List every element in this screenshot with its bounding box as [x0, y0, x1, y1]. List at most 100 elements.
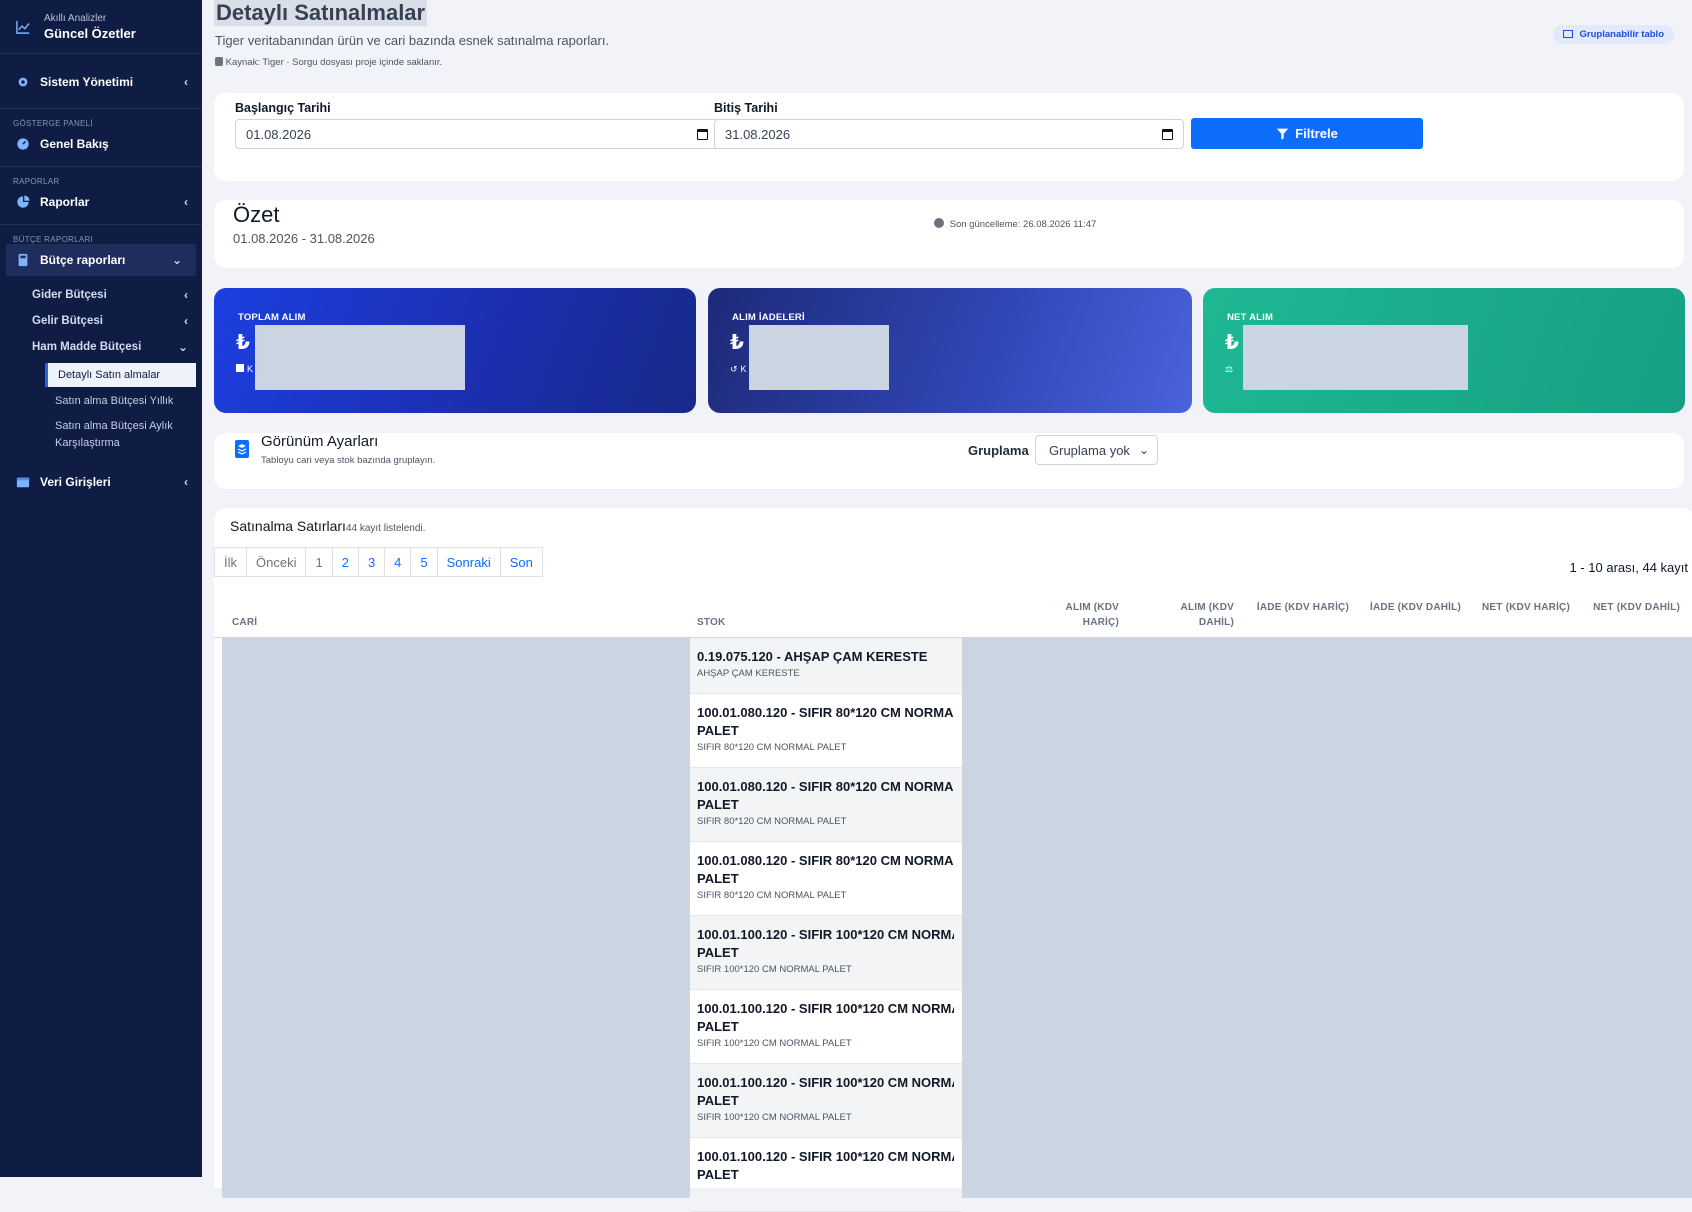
scale-icon: ⚖ — [1225, 364, 1234, 374]
view-settings-subtitle: Tabloyu cari veya stok bazında gruplayın… — [261, 455, 436, 466]
table-row[interactable]: 100.01.100.120 - SIFIR 100*120 CM NORMAL… — [690, 1138, 962, 1212]
chevron-down-icon: ⌄ — [177, 340, 188, 354]
sidebar-item-detayli[interactable]: Detaylı Satın almalar — [45, 363, 196, 387]
stock-column: 0.19.075.120 - AHŞAP ÇAM KERESTE AHŞAP Ç… — [690, 638, 962, 1212]
chevron-left-icon: ‹ — [184, 75, 188, 89]
stock-code-cont: PALET — [697, 1093, 739, 1108]
page-3[interactable]: 3 — [357, 547, 386, 577]
kpi-title: NET ALIM — [1227, 312, 1274, 323]
sidebar-item-veri[interactable]: Veri Girişleri ‹ — [0, 466, 202, 498]
page-prev[interactable]: Önceki — [246, 547, 307, 577]
page-4[interactable]: 4 — [384, 547, 412, 577]
grouping-select-value: Gruplama yok — [1049, 442, 1130, 458]
table-row[interactable]: 100.01.100.120 - SIFIR 100*120 CM NORMAL… — [690, 1064, 962, 1138]
calendar-icon — [1162, 128, 1173, 140]
kpi-note: ⚖ — [1225, 364, 1236, 375]
chevron-left-icon: ‹ — [184, 475, 188, 489]
redacted-value — [255, 325, 465, 390]
view-settings-card: Görünüm Ayarları Tabloyu cari veya stok … — [214, 433, 1684, 489]
sidebar-item-gelir[interactable]: Gelir Bütçesi ‹ — [0, 308, 202, 334]
sidebar-item-butce[interactable]: Bütçe raporları ⌄ — [6, 244, 196, 276]
kpi-note-text: K — [740, 364, 747, 374]
brand[interactable]: Akıllı Analizler Güncel Özetler — [0, 0, 202, 54]
header-stok[interactable]: STOK — [697, 615, 725, 630]
chevron-left-icon: ‹ — [184, 288, 188, 302]
sidebar-item-label: Veri Girişleri — [40, 475, 111, 489]
stock-code: 100.01.100.120 - SIFIR 100*120 CM NORMAL — [697, 1149, 954, 1164]
kpi-value: ₺ — [730, 332, 744, 354]
header-alim-dahil[interactable]: ALIM (KDV DAHİL) — [1144, 600, 1234, 630]
page-2[interactable]: 2 — [331, 547, 359, 577]
kpi-net-purchase: NET ALIM ₺ ⚖ — [1203, 288, 1685, 413]
stock-code: 100.01.100.120 - SIFIR 100*120 CM NORMAL — [697, 927, 954, 942]
header-net-haric[interactable]: NET (KDV HARİÇ) — [1479, 600, 1570, 615]
chart-line-icon — [16, 20, 30, 34]
redacted-cari-column — [222, 638, 690, 1198]
stock-code: 100.01.080.120 - SIFIR 80*120 CM NORMAL — [697, 705, 954, 720]
page-next[interactable]: Sonraki — [436, 547, 501, 577]
kpi-note: ↺ K — [730, 364, 747, 375]
page-5[interactable]: 5 — [410, 547, 438, 577]
stock-name: AHŞAP ÇAM KERESTE — [697, 668, 800, 679]
table-badge: Gruplanabilir tablo — [1552, 25, 1674, 44]
sidebar-item-raporlar[interactable]: Raporlar ‹ — [0, 186, 202, 218]
sidebar-item-label: Gider Bütçesi — [32, 289, 107, 301]
stock-code: 100.01.080.120 - SIFIR 80*120 CM NORMAL — [697, 779, 954, 794]
page-1[interactable]: 1 — [305, 547, 333, 577]
filter-button[interactable]: Filtrele — [1191, 118, 1423, 149]
sidebar-item-hammadde[interactable]: Ham Madde Bütçesi ⌄ — [0, 334, 202, 360]
header-iade-haric[interactable]: İADE (KDV HARİÇ) — [1256, 600, 1349, 615]
table-row[interactable]: 100.01.100.120 - SIFIR 100*120 CM NORMAL… — [690, 916, 962, 990]
chevron-down-icon: ⌄ — [171, 253, 182, 267]
stock-name: SIFIR 100*120 CM NORMAL PALET — [697, 1038, 852, 1049]
table-row[interactable]: 100.01.100.120 - SIFIR 100*120 CM NORMAL… — [690, 990, 962, 1064]
sidebar-item-label: Satın alma Bütçesi Yıllık — [55, 395, 174, 407]
box-icon — [236, 364, 244, 372]
start-date-input[interactable]: 01.08.2026 — [235, 119, 719, 149]
header-alim-haric[interactable]: ALIM (KDV HARİÇ) — [1029, 600, 1119, 630]
stock-code: 100.01.080.120 - SIFIR 80*120 CM NORMAL — [697, 853, 954, 868]
kpi-title: ALIM İADELERİ — [732, 312, 805, 323]
sidebar-item-label: Genel Bakış — [40, 137, 109, 151]
stock-name: SIFIR 100*120 CM NORMAL PALET — [697, 1112, 852, 1123]
table-row[interactable]: 100.01.080.120 - SIFIR 80*120 CM NORMAL … — [690, 842, 962, 916]
source-text: Kaynak: Tiger · Sorgu dosyası proje için… — [225, 57, 443, 68]
layers-icon — [235, 440, 249, 458]
summary-range: 01.08.2026 - 31.08.2026 — [233, 231, 375, 246]
chevron-down-icon: ⌄ — [1138, 443, 1149, 457]
grouping-label: Gruplama — [968, 443, 1029, 458]
header-cari[interactable]: CARİ — [232, 615, 257, 630]
page-description: Tiger veritabanından ürün ve cari bazınd… — [215, 33, 610, 48]
pie-chart-icon — [17, 195, 30, 208]
chevron-left-icon: ‹ — [184, 314, 188, 328]
badge-text: Gruplanabilir tablo — [1579, 29, 1664, 40]
header-net-dahil[interactable]: NET (KDV DAHİL) — [1589, 600, 1680, 615]
stock-name: SIFIR 100*120 CM NORMAL PALET — [697, 964, 852, 975]
last-updated-text: Son güncelleme: 26.08.2026 11:47 — [949, 219, 1097, 230]
gauge-icon — [17, 138, 29, 150]
grouping-select[interactable]: Gruplama yok ⌄ — [1035, 435, 1158, 465]
sidebar-item-aylik[interactable]: Satın alma Bütçesi Aylık Karşılaştırma — [0, 418, 202, 458]
page-first[interactable]: İlk — [214, 547, 247, 577]
filter-card: Başlangıç Tarihi 01.08.2026 Bitiş Tarihi… — [214, 93, 1684, 181]
range-text: 1 - 10 arası, 44 kayıt — [1569, 560, 1688, 575]
database-icon — [215, 57, 223, 66]
sidebar-item-gider[interactable]: Gider Bütçesi ‹ — [0, 282, 202, 308]
table-row[interactable]: 100.01.080.120 - SIFIR 80*120 CM NORMAL … — [690, 694, 962, 768]
kpi-note-text: K — [247, 364, 254, 374]
sidebar-item-yillik[interactable]: Satın alma Bütçesi Yıllık — [0, 393, 202, 418]
table-row[interactable]: 0.19.075.120 - AHŞAP ÇAM KERESTE AHŞAP Ç… — [690, 638, 962, 694]
end-date-input[interactable]: 31.08.2026 — [714, 119, 1184, 149]
record-count-note: 44 kayıt listelendi. — [345, 523, 426, 534]
table-row[interactable]: 100.01.080.120 - SIFIR 80*120 CM NORMAL … — [690, 768, 962, 842]
sidebar-item-genel[interactable]: Genel Bakış — [0, 128, 202, 160]
page-last[interactable]: Son — [499, 547, 543, 577]
sidebar-item-label: Sistem Yönetimi — [40, 75, 134, 89]
sidebar-item-label: Satın alma Bütçesi Aylık Karşılaştırma — [55, 420, 173, 449]
sidebar-item-sistem[interactable]: Sistem Yönetimi ‹ — [0, 66, 202, 98]
table-icon — [1562, 30, 1573, 38]
redacted-amount-columns — [962, 638, 1692, 1198]
stock-code: 100.01.100.120 - SIFIR 100*120 CM NORMAL — [697, 1075, 954, 1090]
header-iade-dahil[interactable]: İADE (KDV DAHİL) — [1367, 600, 1461, 615]
filter-icon — [1277, 128, 1289, 140]
